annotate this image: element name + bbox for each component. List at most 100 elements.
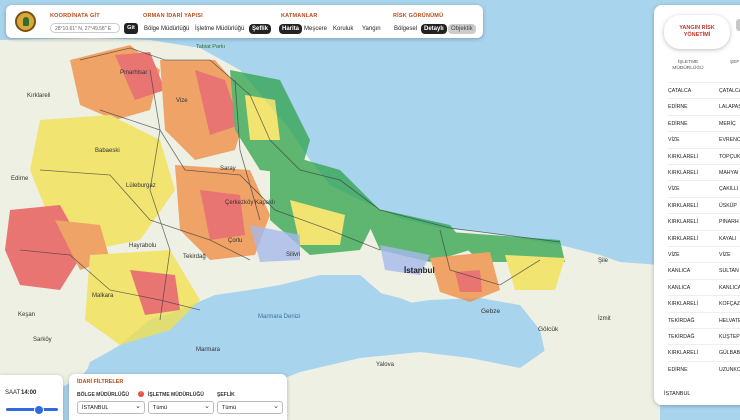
- side-panel-title: YANGIN RİSK YÖNETİMİ: [664, 25, 730, 39]
- map-label: Tekirdağ: [183, 254, 206, 260]
- row-isletme-cell: EDİRNE: [668, 104, 688, 111]
- collapse-panel-button[interactable]: [736, 19, 740, 31]
- row-sef-cell: MAHYAI: [719, 170, 739, 176]
- map-label: Saray: [220, 166, 236, 172]
- row-sef-cell: GÜLBAB: [719, 350, 740, 357]
- seflik-select[interactable]: Tümü: [217, 400, 283, 414]
- time-label: SAAT: [5, 390, 21, 396]
- map-label: Hayrabolu: [129, 243, 157, 249]
- table-row[interactable]: EDİRNE UZUNKC: [668, 360, 740, 378]
- table-row[interactable]: TEKİRDAĞ HELVATE: [668, 311, 740, 329]
- row-sef-cell: ÇAKILLI: [719, 186, 739, 193]
- row-isletme-cell: KIRKLARELİ: [668, 170, 698, 176]
- risk-section-title: RİSK GÖRÜNÜMÜ: [393, 13, 444, 19]
- time-slider-handle[interactable]: [34, 405, 45, 415]
- risk-zone-mid: [505, 255, 565, 290]
- map-label: Pınarhisar: [120, 70, 148, 76]
- map-label: Marmara: [196, 347, 221, 353]
- layers-section-title: KATMANLAR: [281, 13, 318, 19]
- row-isletme-cell: KANLICA: [668, 268, 691, 275]
- row-sef-cell: ÜSKÜP: [719, 202, 737, 209]
- time-slider-track[interactable]: [6, 408, 58, 411]
- table-row[interactable]: KIRKLARELİ TOPÇUK: [668, 147, 740, 165]
- row-isletme-cell: TEKİRDAĞ: [668, 334, 695, 340]
- row-sef-cell: UZUNKC: [719, 366, 740, 373]
- table-row[interactable]: VİZE EVRENC: [668, 131, 740, 148]
- map-label: Gölcük: [538, 326, 559, 333]
- row-isletme-cell: EDİRNE: [668, 120, 688, 127]
- top-toolbar: KOORDİNATA GİT 28°10.61" N, 27°49.58" E …: [6, 5, 483, 38]
- risk-zone-mid: [245, 95, 280, 140]
- table-row[interactable]: ÇATALCA ÇATALCA: [668, 82, 740, 99]
- warning-icon: !: [138, 391, 144, 397]
- map-label: Edirne: [11, 176, 29, 182]
- row-sef-cell: HELVATE: [719, 317, 740, 324]
- admin-option-bolge[interactable]: Bölge Müdürlüğü: [141, 24, 192, 34]
- map-label: Vize: [176, 98, 188, 104]
- coordinate-input[interactable]: 28°10.61" N, 27°49.58" E: [50, 23, 120, 33]
- row-isletme-cell: KIRKLARELİ: [668, 301, 698, 308]
- isletme-select[interactable]: Tümü: [148, 400, 214, 414]
- map-label: Sarköy: [33, 337, 52, 343]
- risk-option-objektik[interactable]: Objektik: [448, 24, 476, 34]
- map-label: Şile: [598, 258, 609, 264]
- forest-fire-risk-map[interactable]: [0, 0, 740, 420]
- table-row[interactable]: KANLICA KANLICA: [668, 278, 740, 296]
- map-label: İstanbul: [404, 266, 435, 275]
- row-isletme-cell: KANLICA: [668, 284, 691, 291]
- table-row[interactable]: KIRKLARELİ ÜSKÜP: [668, 196, 740, 214]
- layer-option-mescere[interactable]: Meşcere: [301, 24, 330, 34]
- admin-section-title: ORMAN İDARİ YAPISI: [143, 13, 203, 19]
- row-sef-cell: EVRENC: [719, 137, 740, 144]
- table-row[interactable]: TEKİRDAĞ KUŞTEP: [668, 328, 740, 345]
- table-row[interactable]: EDİRNE MERİÇ: [668, 114, 740, 132]
- row-sef-cell: MERİÇ: [719, 120, 736, 127]
- row-isletme-cell: ÇATALCA: [668, 88, 692, 94]
- layer-option-yangin[interactable]: Yangın: [359, 24, 384, 34]
- row-sef-cell: ÇATALCA: [719, 88, 740, 94]
- column-header-line: MÜDÜRLÜĞÜ: [672, 66, 704, 71]
- layer-option-harita[interactable]: Harita: [279, 24, 303, 34]
- row-isletme-cell: VİZE: [668, 252, 680, 258]
- table-row[interactable]: KANLICA SULTAN: [668, 262, 740, 279]
- table-row[interactable]: KIRKLARELİ KOFÇAZ: [668, 295, 740, 312]
- table-row[interactable]: KIRKLARELİ MAHYAI: [668, 164, 740, 181]
- table-row[interactable]: VİZE VİZE: [668, 246, 740, 263]
- admin-option-isletme[interactable]: İşletme Müdürlüğü: [192, 24, 247, 34]
- row-isletme-cell: VİZE: [668, 186, 680, 193]
- table-row[interactable]: KIRKLARELİ GÜLBAB: [668, 344, 740, 361]
- map-label: Çerkezköy: [225, 200, 254, 206]
- go-button[interactable]: Git: [124, 23, 138, 34]
- table-row[interactable]: EDİRNE LALAPAŞ: [668, 98, 740, 115]
- side-title-line: YANGIN RİSK: [679, 25, 715, 31]
- bolge-select[interactable]: İSTANBUL: [77, 400, 145, 414]
- map-label: Çorlu: [228, 238, 243, 244]
- row-isletme-cell: KIRKLARELİ: [668, 202, 698, 209]
- row-sef-cell: KAYALI: [719, 235, 737, 242]
- map-label: Keşan: [18, 312, 36, 318]
- row-isletme-cell: TEKİRDAĞ: [668, 317, 695, 324]
- map-label: Babaeski: [95, 148, 120, 154]
- map-label: Lüleburgaz: [126, 183, 156, 189]
- map-label: Gebze: [481, 308, 501, 315]
- map-label: Tabiat Parkı: [196, 44, 226, 50]
- map-label: Kapaklı: [255, 200, 276, 206]
- column-header-isletme: İŞLETME MÜDÜRLÜĞÜ: [668, 60, 708, 72]
- fire-risk-side-panel: YANGIN RİSK YÖNETİMİ İŞLETME MÜDÜRLÜĞÜ Ş…: [654, 5, 740, 405]
- table-row[interactable]: KIRKLARELİ KAYALI: [668, 229, 740, 247]
- map-label: İzmit: [598, 316, 611, 322]
- row-sef-cell: KUŞTEP: [719, 334, 740, 340]
- risk-option-detayli[interactable]: Detaylı: [421, 24, 447, 34]
- layer-option-koruluk[interactable]: Koruluk: [330, 24, 356, 34]
- map-label: Marmara Denizi: [258, 314, 301, 320]
- admin-option-seflik[interactable]: Şeflik: [249, 24, 272, 34]
- row-sef-cell: LALAPAŞ: [719, 104, 740, 111]
- coord-section-title: KOORDİNATA GİT: [50, 13, 100, 19]
- row-sef-cell: PINARH: [719, 219, 739, 226]
- risk-option-bolgesel[interactable]: Bölgesel: [391, 24, 420, 34]
- table-row[interactable]: VİZE ÇAKILLI: [668, 180, 740, 197]
- row-sef-cell: KANLICA: [719, 284, 740, 291]
- column-header-sef: ŞEF: [730, 60, 740, 65]
- table-row[interactable]: KIRKLARELİ PINARH: [668, 213, 740, 230]
- row-sef-cell: VİZE: [719, 252, 731, 258]
